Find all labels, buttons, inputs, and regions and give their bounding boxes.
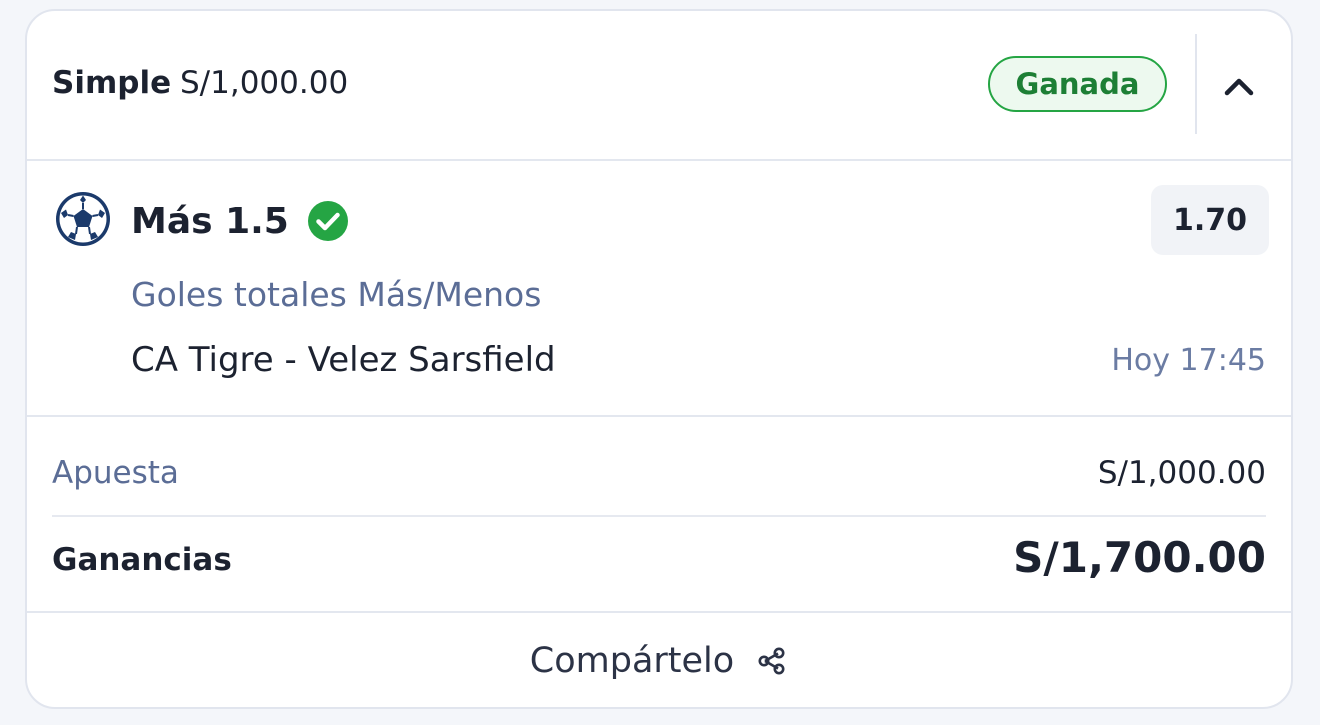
bet-selection: Más 1.5 1.70 Goles totales Más/Menos CA … [27, 159, 1291, 417]
share-button[interactable]: Compártelo [27, 611, 1291, 707]
bet-type-label: Simple [52, 65, 172, 101]
odds-value: 1.70 [1151, 185, 1269, 255]
bet-card: Simple S/1,000.00 Ganada Más 1.5 1.70 Go… [25, 9, 1293, 709]
check-circle-icon [308, 201, 348, 241]
bet-stake-header: S/1,000.00 [180, 65, 349, 101]
header-divider [1195, 34, 1197, 134]
chevron-up-icon [1224, 78, 1254, 96]
bet-card-header: Simple S/1,000.00 Ganada [27, 11, 1291, 161]
share-label: Compártelo [529, 641, 735, 681]
collapse-button[interactable] [1213, 61, 1265, 113]
winnings-value: S/1,700.00 [1013, 533, 1266, 582]
winnings-label: Ganancias [52, 542, 232, 578]
selection-pick: Más 1.5 [131, 201, 289, 242]
event-name: CA Tigre - Velez Sarsfield [131, 340, 556, 380]
share-icon [758, 647, 785, 675]
market-name: Goles totales Más/Menos [131, 275, 542, 314]
bet-summary: Apuesta S/1,000.00 Ganancias S/1,700.00 [27, 415, 1291, 613]
stake-label: Apuesta [52, 455, 179, 491]
stake-value: S/1,000.00 [1097, 455, 1266, 491]
summary-divider [52, 515, 1266, 517]
soccer-ball-icon [56, 192, 110, 246]
status-badge: Ganada [988, 56, 1167, 112]
event-time: Hoy 17:45 [1111, 343, 1266, 378]
